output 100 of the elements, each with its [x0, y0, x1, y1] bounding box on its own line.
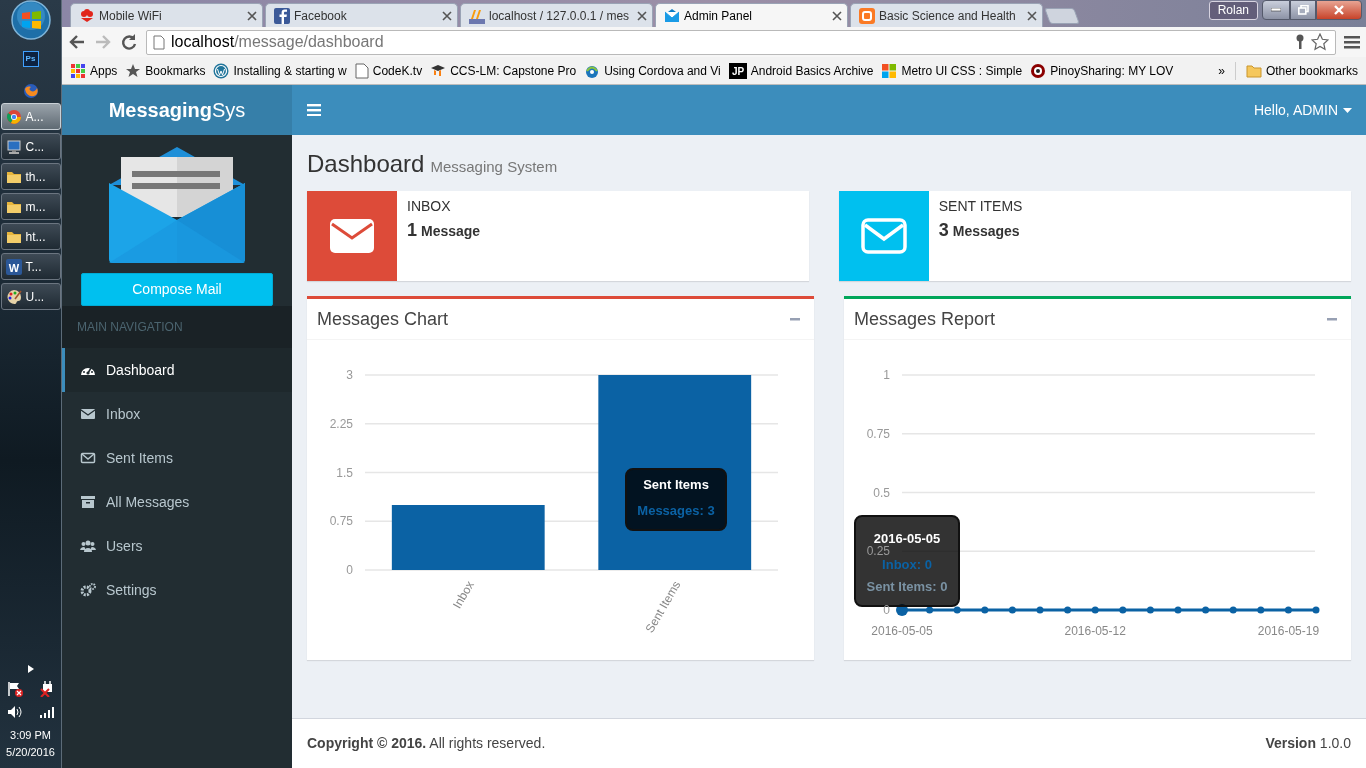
bookmark[interactable]: Apps [66, 59, 122, 82]
gears-icon [80, 582, 96, 598]
app-icon[interactable]: Ps [22, 51, 39, 67]
minimize-button[interactable] [1262, 0, 1290, 20]
tooltip-value: Messages: 3 [636, 503, 716, 519]
clock-date[interactable]: 5/20/2016 [6, 743, 55, 760]
envelope-icon [80, 450, 96, 466]
axis-label: 0.25 [866, 544, 890, 559]
envelope-icon [80, 406, 96, 422]
bookmark[interactable]: CCS-LM: Capstone Pro [426, 59, 581, 82]
taskbar-button[interactable]: ht... [0, 223, 61, 250]
panel-title: Messages Chart [317, 307, 449, 331]
close-icon [1333, 5, 1345, 15]
app-icon [859, 7, 875, 24]
tooltip-title: 2016-05-05 [872, 531, 942, 546]
close-icon[interactable] [832, 10, 842, 21]
tiles-icon [881, 62, 898, 79]
bookmark-folder[interactable]: Other bookmarks [1241, 59, 1362, 82]
panel-title: Messages Report [854, 307, 996, 331]
restore-icon [1297, 5, 1309, 15]
menu-icon [307, 104, 321, 116]
axis-label: 1 [883, 368, 890, 382]
axis-label: 0.75 [866, 426, 890, 441]
envelope-icon [664, 7, 680, 24]
label-icon: JP [728, 62, 747, 79]
bookmark[interactable]: Using Cordova and Vi [580, 59, 725, 82]
info-unit: Message [421, 223, 481, 239]
graduation-cap-icon [430, 62, 447, 79]
archive-icon [80, 494, 96, 510]
tooltip-value: Sent Items: 0 [865, 579, 949, 595]
page-subtitle: Messaging System [430, 157, 558, 177]
taskbar-button[interactable]: W T... [0, 253, 61, 280]
power-plug-icon[interactable] [38, 681, 55, 697]
key-icon[interactable] [1295, 34, 1305, 50]
user-menu[interactable]: Hello, ADMIN [1239, 99, 1366, 121]
axis-label: 2016-05-19 [1257, 624, 1320, 638]
info-label: INBOX [407, 197, 452, 216]
reload-icon[interactable] [120, 33, 138, 51]
users-icon [80, 538, 96, 554]
signal-icon[interactable] [38, 705, 55, 719]
page-title: Dashboard [307, 150, 425, 179]
taskbar-button[interactable]: th... [0, 163, 61, 190]
envelope-icon [329, 218, 375, 254]
info-count: 3 [938, 220, 949, 240]
close-icon[interactable] [1027, 10, 1037, 21]
expand-arrow-icon[interactable] [27, 665, 34, 673]
axis-label: 2016-05-05 [871, 624, 933, 638]
browser-tab[interactable]: Facebook [265, 3, 458, 27]
flower-icon [79, 7, 95, 24]
nav-item[interactable]: Sent Items [62, 436, 292, 480]
copyright-text: Copyright © 2016. All rights reserved. [307, 734, 546, 753]
nav-item[interactable]: Inbox [62, 392, 292, 436]
back-icon[interactable] [68, 33, 86, 51]
minus-icon [790, 317, 800, 321]
close-icon[interactable] [247, 10, 257, 21]
bookmark[interactable]: JP Android Basics Archive [724, 59, 878, 82]
palette-icon [5, 288, 22, 305]
browser-tab[interactable]: Basic Science and Health [850, 3, 1043, 27]
browser-tab[interactable]: Mobile WiFi [70, 3, 263, 27]
nav-item[interactable]: All Messages [62, 480, 292, 524]
nav-item[interactable]: Users [62, 524, 292, 568]
browser-tab[interactable]: Admin Panel [655, 3, 848, 27]
computer-icon [5, 138, 22, 155]
bookmark[interactable]: Bookmarks [121, 59, 210, 82]
axis-label: 0 [346, 563, 353, 577]
info-count: 1 [407, 220, 417, 240]
taskbar-button[interactable]: U... [0, 283, 61, 310]
bookmark[interactable]: CodeK.tv [350, 59, 427, 82]
clock-time[interactable]: 3:09 PM [10, 727, 51, 744]
info-unit: Messages [952, 223, 1020, 239]
bookmark[interactable]: Metro UI CSS : Simple [877, 59, 1027, 82]
speaker-icon[interactable] [6, 705, 23, 719]
restore-button[interactable] [1290, 0, 1316, 20]
tooltip-value: Inbox: 0 [881, 557, 933, 573]
nav-item[interactable]: Settings [62, 568, 292, 612]
info-label: SENT ITEMS [938, 197, 1023, 216]
close-icon[interactable] [442, 10, 452, 21]
start-button[interactable] [10, 0, 51, 40]
taskbar-button[interactable]: m... [0, 193, 61, 220]
star-icon[interactable] [1311, 33, 1329, 51]
minus-icon [1327, 317, 1337, 321]
bookmark[interactable]: PinoySharing: MY LOV [1026, 59, 1178, 82]
taskbar-button[interactable]: C... [0, 133, 61, 160]
bookmark[interactable]: Installing & starting w [209, 59, 351, 82]
axis-label: 3 [346, 368, 353, 382]
close-button[interactable] [1316, 0, 1362, 20]
star-icon [125, 62, 142, 79]
axis-label: 0.5 [873, 485, 890, 500]
more-bookmarks-button[interactable]: » [1214, 59, 1229, 82]
nav-item[interactable]: Dashboard [62, 348, 292, 392]
axis-label: 2016-05-12 [1064, 624, 1126, 638]
axis-label: 2.25 [329, 416, 353, 431]
browser-tab[interactable]: localhost / 127.0.0.1 / mes [460, 3, 653, 27]
menu-icon[interactable] [1344, 34, 1360, 50]
profile-button[interactable]: Rolan [1208, 1, 1258, 20]
axis-label: 0.75 [329, 514, 353, 529]
flag-icon[interactable] [6, 681, 23, 697]
close-icon[interactable] [637, 10, 647, 21]
address-bar[interactable]: localhost/message/dashboard [146, 29, 1336, 55]
taskbar-button[interactable]: A... [0, 103, 61, 130]
